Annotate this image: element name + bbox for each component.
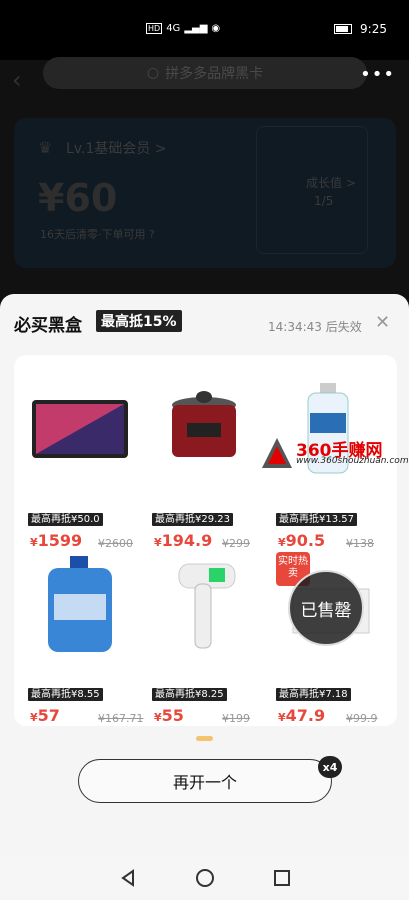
- rebate-tag: 最高再抵¥50.0: [28, 513, 103, 526]
- original-price: ¥299: [222, 537, 250, 550]
- price: ¥55: [154, 706, 184, 725]
- original-price: ¥2600: [98, 537, 133, 550]
- page-indicator: [196, 736, 213, 741]
- expire-note: 16天后清零·下单可用 ?: [40, 228, 155, 241]
- product-item[interactable]: 最高再抵¥50.0 ¥1599 ¥2600: [20, 375, 140, 550]
- search-bar[interactable]: ○ 拼多多品牌黑卡: [43, 57, 367, 89]
- product-grid: 最高再抵¥50.0 ¥1599 ¥2600 最高再抵¥29.23 ¥194.9 …: [14, 355, 397, 726]
- wifi-icon: ◉: [211, 23, 221, 34]
- network-label: 4G: [166, 23, 181, 34]
- rebate-tag: 最高再抵¥29.23: [152, 513, 233, 526]
- recents-nav-icon[interactable]: [273, 869, 291, 887]
- growth-value: 1/5: [314, 194, 334, 208]
- price: ¥47.9: [278, 706, 326, 725]
- original-price: ¥199: [222, 712, 250, 725]
- growth-label[interactable]: 成长值 >: [306, 174, 356, 191]
- home-nav-icon[interactable]: [195, 868, 215, 888]
- member-level[interactable]: Lv.1基础会员 >: [66, 138, 167, 158]
- detergent-image: [24, 550, 136, 658]
- original-price: ¥138: [346, 537, 374, 550]
- signal-icon: ▂▄▆: [184, 23, 208, 34]
- discount-badge: 最高抵15%: [96, 310, 182, 332]
- more-icon[interactable]: •••: [360, 64, 395, 85]
- back-icon[interactable]: ‹: [12, 66, 22, 94]
- search-placeholder: 拼多多品牌黑卡: [165, 66, 264, 82]
- crown-icon: ♛: [38, 138, 53, 157]
- rebate-tag: 最高再抵¥13.57: [276, 513, 357, 526]
- sold-out-badge: 已售罄: [288, 570, 364, 646]
- rebate-tag: 最高再抵¥8.55: [28, 688, 103, 701]
- product-item[interactable]: 最高再抵¥8.55 ¥57 ¥167.71: [20, 550, 144, 725]
- back-nav-icon[interactable]: [119, 869, 137, 887]
- price: ¥57: [30, 706, 60, 725]
- product-item[interactable]: 最高再抵¥29.23 ¥194.9 ¥299: [144, 375, 264, 550]
- close-icon[interactable]: ✕: [375, 312, 390, 333]
- sheet-title: 必买黑盒: [14, 316, 82, 336]
- expire-countdown: 14:34:43 后失效: [268, 320, 362, 334]
- status-bar: HD 4G ▂▄▆ ◉ 9:25: [0, 0, 409, 60]
- price: ¥194.9: [154, 531, 213, 550]
- price: ¥1599: [30, 531, 83, 550]
- system-nav-bar: [0, 856, 409, 900]
- original-price: ¥99.9: [346, 712, 378, 725]
- pressure-cooker-image: [148, 375, 260, 483]
- count-badge: x4: [318, 756, 342, 778]
- watermark-url: www.360shouzhuan.com: [296, 456, 409, 466]
- search-icon: ○: [146, 65, 160, 81]
- rebate-tag: 最高再抵¥7.18: [276, 688, 351, 701]
- original-price: ¥167.71: [98, 712, 144, 725]
- rebate-tag: 最高再抵¥8.25: [152, 688, 227, 701]
- battery-icon: [334, 24, 353, 34]
- clock: 9:25: [360, 22, 387, 36]
- thermometer-image: [148, 550, 260, 658]
- member-price: ¥60: [38, 176, 118, 220]
- tablet-image: [24, 375, 136, 483]
- open-again-button[interactable]: 再开一个: [78, 759, 332, 803]
- hd-icon: HD: [146, 23, 163, 34]
- price: ¥90.5: [278, 531, 326, 550]
- product-item[interactable]: 最高再抵¥8.25 ¥55 ¥199: [144, 550, 264, 725]
